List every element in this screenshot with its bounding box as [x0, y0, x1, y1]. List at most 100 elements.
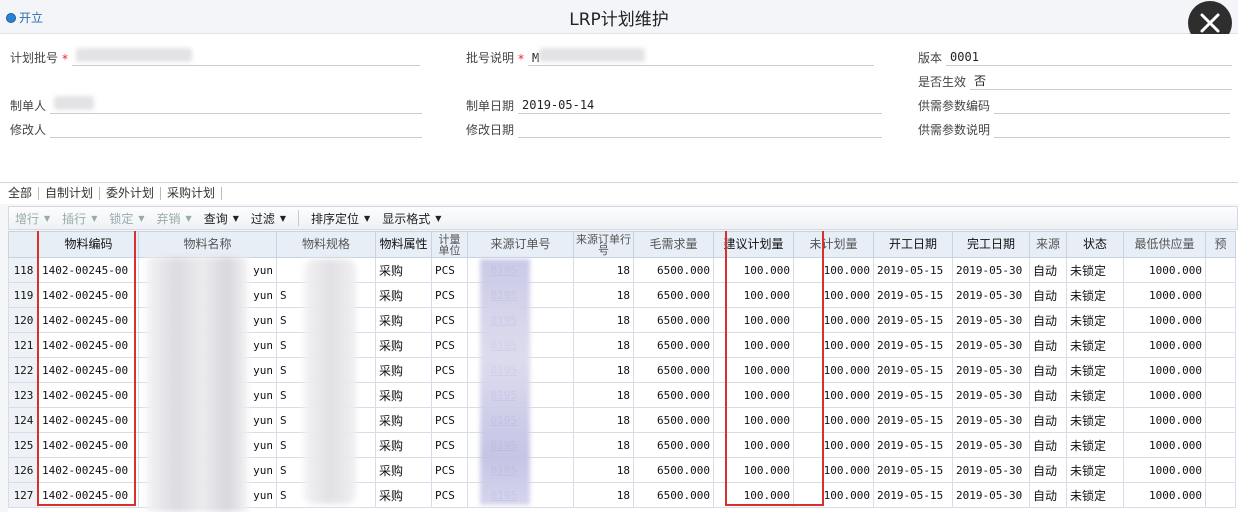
gross-demand-cell[interactable]: 6500.000: [633, 257, 714, 283]
finish-date-cell[interactable]: 2019-05-30: [952, 482, 1030, 508]
material-attr-cell[interactable]: 采购: [375, 357, 432, 383]
source-order-link[interactable]: 0195: [491, 389, 518, 402]
unplanned-qty-cell[interactable]: 100.000: [793, 482, 874, 508]
tab-all[interactable]: 全部: [8, 187, 40, 200]
source-order-cell[interactable]: 0195: [467, 482, 574, 508]
material-attr-cell[interactable]: 采购: [375, 407, 432, 433]
display-format-button[interactable]: 显示格式 ▼: [376, 210, 447, 227]
unplanned-qty-cell[interactable]: 100.000: [793, 332, 874, 358]
min-supply-cell[interactable]: 1000.000: [1123, 407, 1206, 433]
source-line-cell[interactable]: 18: [573, 332, 634, 358]
modifier-input[interactable]: [50, 120, 423, 138]
table-row[interactable]: 119 1402-00245-00 yun S 采购 PCS 0195 18 6500.000 1…: [8, 282, 1236, 308]
source-order-link[interactable]: 0195: [491, 264, 518, 277]
col-finish-date[interactable]: 完工日期: [952, 231, 1030, 258]
pre-cell[interactable]: [1205, 307, 1236, 333]
suggested-qty-cell[interactable]: 100.000: [713, 407, 794, 433]
suggested-qty-cell[interactable]: 100.000: [713, 357, 794, 383]
pre-cell[interactable]: [1205, 257, 1236, 283]
material-name-cell[interactable]: yun: [138, 282, 277, 308]
material-code-cell[interactable]: 1402-00245-00: [38, 332, 139, 358]
material-spec-cell[interactable]: S: [276, 382, 376, 408]
insert-row-button[interactable]: 插行 ▼: [56, 210, 103, 227]
table-row[interactable]: 121 1402-00245-00 yun S 采购 PCS 0195 18 6500.000 1…: [8, 332, 1236, 358]
pre-cell[interactable]: [1205, 432, 1236, 458]
row-number[interactable]: 125: [8, 432, 39, 458]
source-order-link[interactable]: 0195: [491, 464, 518, 477]
material-spec-cell[interactable]: S: [276, 432, 376, 458]
material-attr-cell[interactable]: 采购: [375, 332, 432, 358]
discard-button[interactable]: 弃销 ▼: [151, 210, 198, 227]
version-input[interactable]: 0001: [946, 48, 1233, 66]
material-spec-cell[interactable]: S: [276, 307, 376, 333]
material-attr-cell[interactable]: 采购: [375, 432, 432, 458]
material-code-cell[interactable]: 1402-00245-00: [38, 432, 139, 458]
material-attr-cell[interactable]: 采购: [375, 282, 432, 308]
unit-cell[interactable]: PCS: [431, 432, 468, 458]
min-supply-cell[interactable]: 1000.000: [1123, 307, 1206, 333]
row-number[interactable]: 118: [8, 257, 39, 283]
batch-desc-input[interactable]: M: [528, 48, 875, 66]
material-code-cell[interactable]: 1402-00245-00: [38, 382, 139, 408]
material-attr-cell[interactable]: 采购: [375, 257, 432, 283]
sort-locate-button[interactable]: 排序定位 ▼: [305, 210, 376, 227]
add-row-button[interactable]: 增行 ▼: [9, 210, 56, 227]
finish-date-cell[interactable]: 2019-05-30: [952, 307, 1030, 333]
pre-cell[interactable]: [1205, 332, 1236, 358]
col-pre[interactable]: 预: [1205, 231, 1236, 258]
unit-cell[interactable]: PCS: [431, 307, 468, 333]
suggested-qty-cell[interactable]: 100.000: [713, 382, 794, 408]
suggested-qty-cell[interactable]: 100.000: [713, 307, 794, 333]
unit-cell[interactable]: PCS: [431, 257, 468, 283]
finish-date-cell[interactable]: 2019-05-30: [952, 282, 1030, 308]
unit-cell[interactable]: PCS: [431, 482, 468, 508]
material-code-cell[interactable]: 1402-00245-00: [38, 482, 139, 508]
gross-demand-cell[interactable]: 6500.000: [633, 307, 714, 333]
source-line-cell[interactable]: 18: [573, 407, 634, 433]
lock-button[interactable]: 锁定 ▼: [103, 210, 150, 227]
unit-cell[interactable]: PCS: [431, 382, 468, 408]
effective-input[interactable]: 否: [970, 72, 1233, 90]
min-supply-cell[interactable]: 1000.000: [1123, 282, 1206, 308]
suggested-qty-cell[interactable]: 100.000: [713, 457, 794, 483]
start-date-cell[interactable]: 2019-05-15: [873, 382, 953, 408]
col-unplanned-qty[interactable]: 未计划量: [793, 231, 874, 258]
row-number[interactable]: 124: [8, 407, 39, 433]
material-name-cell[interactable]: yun: [138, 307, 277, 333]
source-line-cell[interactable]: 18: [573, 382, 634, 408]
min-supply-cell[interactable]: 1000.000: [1123, 457, 1206, 483]
source-cell[interactable]: 自动: [1029, 307, 1067, 333]
source-order-cell[interactable]: 0195: [467, 257, 574, 283]
pre-cell[interactable]: [1205, 482, 1236, 508]
material-code-cell[interactable]: 1402-00245-00: [38, 407, 139, 433]
filter-button[interactable]: 过滤 ▼: [245, 210, 292, 227]
source-line-cell[interactable]: 18: [573, 482, 634, 508]
source-cell[interactable]: 自动: [1029, 357, 1067, 383]
suggested-qty-cell[interactable]: 100.000: [713, 257, 794, 283]
source-cell[interactable]: 自动: [1029, 457, 1067, 483]
col-material-spec[interactable]: 物料规格: [276, 231, 376, 258]
source-order-cell[interactable]: 0195: [467, 307, 574, 333]
gross-demand-cell[interactable]: 6500.000: [633, 432, 714, 458]
status-cell[interactable]: 未锁定: [1066, 407, 1124, 433]
status-cell[interactable]: 未锁定: [1066, 282, 1124, 308]
unplanned-qty-cell[interactable]: 100.000: [793, 457, 874, 483]
tab-self-made[interactable]: 自制计划: [39, 187, 101, 200]
suggested-qty-cell[interactable]: 100.000: [713, 332, 794, 358]
table-row[interactable]: 118 1402-00245-00 yun 采购 PCS 0195 18 6500.000 10…: [8, 257, 1236, 283]
finish-date-cell[interactable]: 2019-05-30: [952, 382, 1030, 408]
pre-cell[interactable]: [1205, 282, 1236, 308]
unplanned-qty-cell[interactable]: 100.000: [793, 382, 874, 408]
source-line-cell[interactable]: 18: [573, 307, 634, 333]
start-date-cell[interactable]: 2019-05-15: [873, 332, 953, 358]
tab-outsourced[interactable]: 委外计划: [100, 187, 162, 200]
source-cell[interactable]: 自动: [1029, 432, 1067, 458]
status-cell[interactable]: 未锁定: [1066, 382, 1124, 408]
material-code-cell[interactable]: 1402-00245-00: [38, 282, 139, 308]
source-cell[interactable]: 自动: [1029, 282, 1067, 308]
material-code-cell[interactable]: 1402-00245-00: [38, 307, 139, 333]
col-source-line[interactable]: 来源订单行号: [573, 231, 634, 258]
status-cell[interactable]: 未锁定: [1066, 432, 1124, 458]
unplanned-qty-cell[interactable]: 100.000: [793, 357, 874, 383]
col-unit[interactable]: 计量单位: [431, 231, 468, 258]
